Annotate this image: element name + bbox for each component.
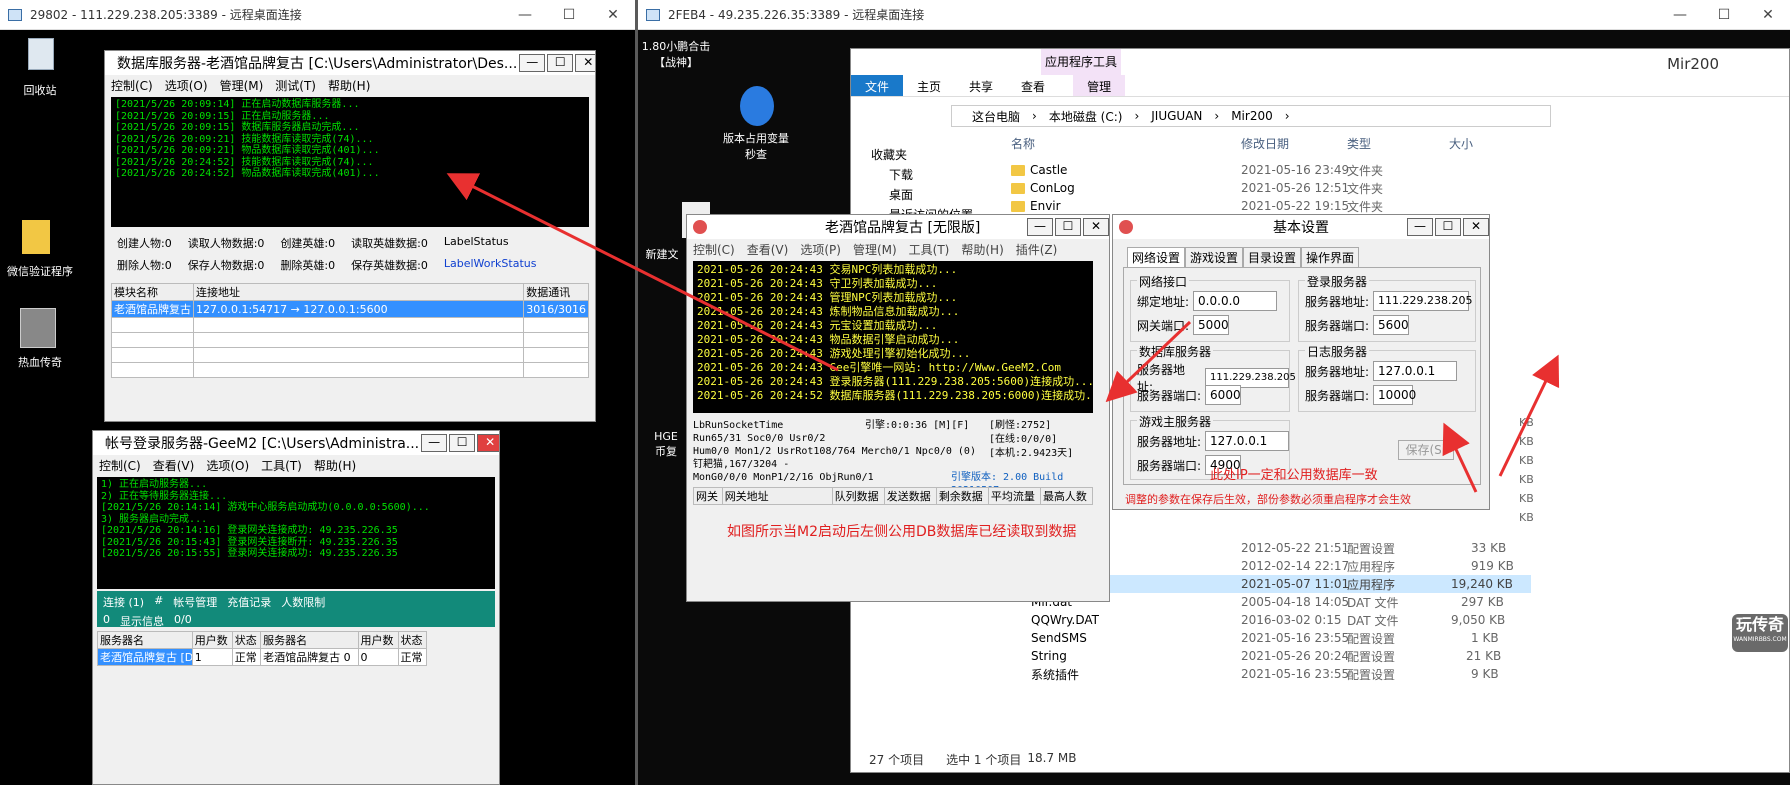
annotation-arrows bbox=[446, 173, 1560, 493]
arrow-db bbox=[446, 173, 839, 372]
arrow-login-ip bbox=[1498, 354, 1560, 477]
arrow-m2 bbox=[1105, 320, 1192, 403]
arrow-db-ip bbox=[1442, 422, 1478, 493]
